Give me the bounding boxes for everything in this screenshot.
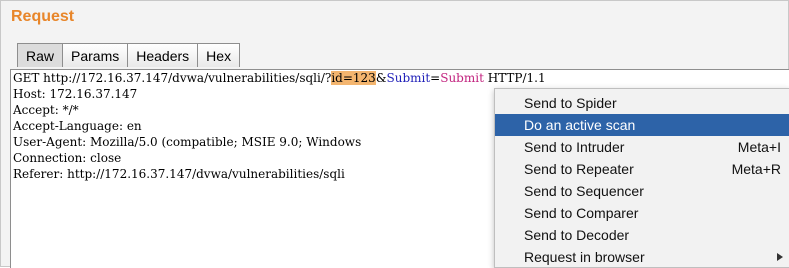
menu-item-send-to-decoder[interactable]: Send to Decoder	[495, 224, 789, 246]
header-accept-language: Accept-Language: en	[13, 119, 142, 133]
tab-bar: Raw Params Headers Hex	[17, 43, 241, 68]
menu-item-send-to-sequencer[interactable]: Send to Sequencer	[495, 180, 789, 202]
header-user-agent: User-Agent: Mozilla/5.0 (compatible; MSI…	[13, 135, 362, 149]
menu-item-send-to-comparer[interactable]: Send to Comparer	[495, 202, 789, 224]
header-host: Host: 172.16.37.147	[13, 87, 138, 101]
param-name-submit: Submit	[386, 71, 431, 85]
tab-headers[interactable]: Headers	[127, 43, 199, 67]
tab-raw[interactable]: Raw	[17, 43, 64, 67]
menu-item-send-to-intruder[interactable]: Send to Intruder Meta+I	[495, 136, 789, 158]
param-value-submit: Submit	[440, 71, 484, 85]
menu-item-label: Send to Decoder	[524, 227, 630, 243]
menu-item-label: Request in browser	[524, 249, 645, 265]
request-panel: Request Raw Params Headers Hex GET http:…	[0, 0, 789, 268]
submenu-arrow-icon	[777, 253, 783, 261]
shortcut-intruder: Meta+I	[737, 139, 781, 155]
menu-item-label: Send to Repeater	[524, 161, 634, 177]
shortcut-repeater: Meta+R	[731, 161, 781, 177]
menu-item-label: Send to Sequencer	[524, 183, 644, 199]
selected-param-highlight[interactable]: id=123	[331, 71, 376, 85]
menu-item-do-active-scan[interactable]: Do an active scan	[495, 114, 789, 136]
menu-item-send-to-spider[interactable]: Send to Spider	[495, 92, 789, 114]
menu-item-label: Send to Comparer	[524, 205, 639, 221]
request-line: GET http://172.16.37.147/dvwa/vulnerabil…	[13, 71, 546, 85]
menu-item-request-in-browser[interactable]: Request in browser	[495, 246, 789, 268]
menu-item-label: Send to Intruder	[524, 139, 625, 155]
context-menu: Send to Spider Do an active scan Send to…	[494, 88, 789, 268]
tab-params[interactable]: Params	[62, 43, 129, 67]
param-separator: &	[375, 71, 387, 85]
header-connection: Connection: close	[13, 151, 122, 165]
tab-hex[interactable]: Hex	[197, 43, 241, 67]
header-accept: Accept: */*	[13, 103, 79, 117]
request-line-prefix: GET http://172.16.37.147/dvwa/vulnerabil…	[13, 71, 332, 85]
menu-item-label: Do an active scan	[524, 117, 636, 133]
menu-item-send-to-repeater[interactable]: Send to Repeater Meta+R	[495, 158, 789, 180]
header-referer: Referer: http://172.16.37.147/dvwa/vulne…	[13, 167, 345, 181]
menu-item-label: Send to Spider	[524, 95, 617, 111]
panel-title: Request	[11, 8, 75, 25]
param-equals: =	[430, 71, 441, 85]
request-protocol: HTTP/1.1	[483, 71, 546, 85]
